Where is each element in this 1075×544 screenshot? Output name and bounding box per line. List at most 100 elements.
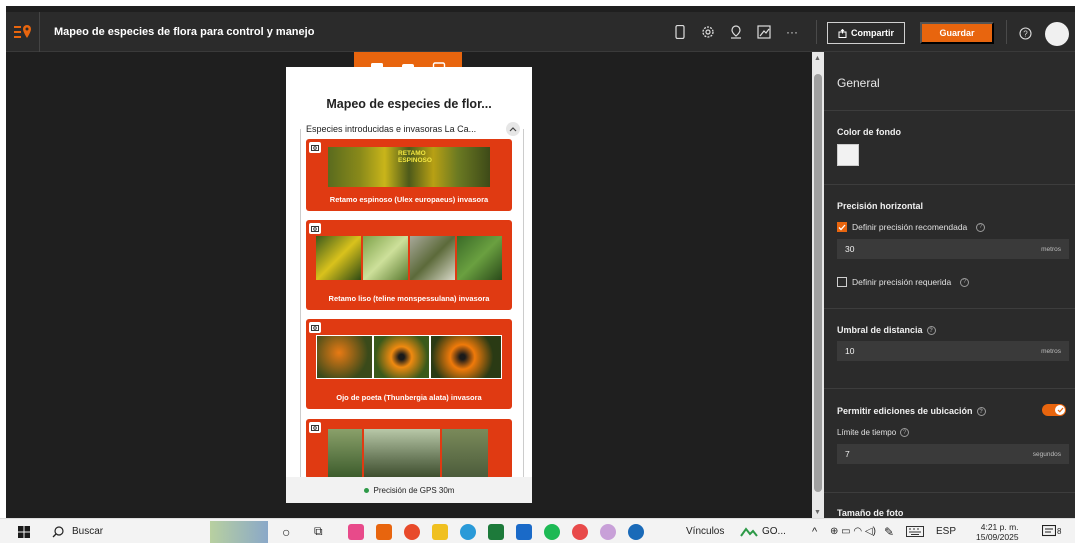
divider [824, 110, 1075, 111]
snip-icon[interactable] [600, 524, 616, 540]
recommended-precision-label: Definir precisión recomendada [852, 222, 968, 232]
spotify-icon[interactable] [544, 524, 560, 540]
species-caption: Retamo liso (teline monspessulana) invas… [328, 294, 490, 303]
task-view-icon[interactable]: ⧉ [314, 519, 323, 544]
share-button-label: Compartir [850, 28, 894, 38]
go-label: GO... [762, 526, 786, 537]
species-caption: Ojo de poeta (Thunbergia alata) invasora [336, 393, 482, 402]
location-edits-label: Permitir ediciones de ubicación? [837, 406, 986, 417]
copilot-icon[interactable] [348, 524, 364, 540]
form-preview: Mapeo de especies de flor... Especies in… [286, 67, 532, 503]
species-card[interactable]: RETAMO ESPINOSO Retamo espinoso (Ulex eu… [306, 139, 512, 211]
app-logo-icon[interactable] [6, 11, 40, 52]
group-header[interactable]: Especies introducidas e invasoras La Ca.… [306, 119, 520, 139]
toolbar-icons: ··· [666, 12, 806, 52]
pin-icon[interactable] [722, 12, 750, 52]
scroll-thumb[interactable] [814, 74, 822, 492]
time-limit-label: Límite de tiempo? [837, 428, 910, 438]
taskbar-search[interactable]: Buscar [52, 519, 103, 544]
chrome-icon[interactable] [404, 524, 420, 540]
recommended-precision-row[interactable]: Definir precisión recomendada ? [837, 222, 986, 232]
species-photo: RETAMO ESPINOSO [328, 147, 490, 187]
taskbar-app-go[interactable]: GO... [740, 519, 786, 544]
check-icon [1055, 405, 1065, 415]
distance-threshold-unit: metros [1041, 347, 1061, 355]
tray-icons[interactable]: ⊕ ▭ ◠ ◁) [830, 519, 876, 544]
search-icon [52, 525, 64, 537]
time-limit-input[interactable]: 7 segundos [837, 444, 1069, 464]
chart-icon[interactable] [750, 12, 778, 52]
species-photo [328, 429, 492, 479]
divider [824, 388, 1075, 389]
species-card[interactable]: Ojo de poeta (Thunbergia alata) invasora [306, 319, 512, 409]
avatar[interactable] [1045, 22, 1069, 46]
info-icon[interactable]: ? [960, 277, 970, 287]
phone-icon[interactable] [666, 12, 694, 52]
species-photo [316, 236, 502, 280]
language-indicator[interactable]: ESP [936, 519, 956, 544]
gps-accuracy-bar: Precisión de GPS 30m [286, 477, 532, 503]
scroll-up-icon[interactable]: ▲ [814, 55, 821, 62]
panel-scrollbar[interactable]: ▲ ▼ [812, 52, 824, 518]
required-precision-label: Definir precisión requerida [852, 277, 952, 287]
outlook-icon[interactable] [516, 524, 532, 540]
info-icon[interactable]: ? [976, 222, 986, 232]
more-icon[interactable]: ··· [778, 12, 806, 52]
info-icon[interactable]: ? [926, 326, 936, 336]
notifications-icon[interactable]: 8 [1042, 519, 1061, 544]
photo-text: RETAMO ESPINOSO [398, 150, 432, 164]
links-toolbar[interactable]: Vínculos [686, 519, 724, 544]
chevron-up-icon[interactable]: ^ [812, 519, 817, 544]
form-title: Mapeo de especies de flor... [326, 97, 492, 111]
camera-icon[interactable] [309, 223, 321, 234]
required-precision-checkbox[interactable] [837, 277, 847, 287]
divider [824, 492, 1075, 493]
clock[interactable]: 4:21 p. m. 15/09/2025 [976, 519, 1019, 544]
cortana-icon[interactable]: ○ [282, 519, 290, 544]
edge-icon[interactable] [460, 524, 476, 540]
excel-icon[interactable] [488, 524, 504, 540]
required-precision-row[interactable]: Definir precisión requerida ? [837, 277, 970, 287]
group-title: Especies introducidas e invasoras La Ca.… [306, 124, 477, 134]
time-limit-text: Límite de tiempo [837, 428, 897, 437]
clock-time: 4:21 p. m. [980, 521, 1019, 532]
top-bar: Mapeo de especies de flora para control … [6, 11, 1075, 52]
app-title: Mapeo de especies de flora para control … [54, 25, 315, 38]
camera-icon[interactable] [309, 142, 321, 153]
app-window: Mapeo de especies de flora para control … [6, 6, 1075, 518]
save-button[interactable]: Guardar [920, 22, 994, 44]
paint-icon[interactable] [572, 524, 588, 540]
office-icon[interactable] [376, 524, 392, 540]
camera-icon[interactable] [309, 322, 321, 333]
species-card[interactable] [306, 419, 512, 479]
distance-threshold-text: Umbral de distancia [837, 325, 923, 335]
info-icon[interactable]: ? [900, 428, 910, 438]
scroll-down-icon[interactable]: ▼ [814, 509, 821, 516]
gps-status-icon [363, 487, 369, 493]
keyboard-icon[interactable] [906, 519, 924, 544]
recommended-precision-input[interactable]: 30 metros [837, 239, 1069, 259]
distance-threshold-value: 10 [845, 346, 855, 356]
windows-start-icon[interactable] [18, 519, 30, 544]
background-color-label: Color de fondo [837, 127, 901, 137]
chevron-up-icon[interactable] [506, 122, 520, 136]
location-edits-text: Permitir ediciones de ubicación [837, 406, 973, 416]
help-icon[interactable]: ? [1014, 22, 1036, 44]
widget-image[interactable] [210, 521, 268, 543]
location-edits-toggle[interactable] [1042, 404, 1066, 416]
background-color-swatch[interactable] [837, 144, 859, 166]
camera-icon[interactable] [309, 422, 321, 433]
gear-icon[interactable] [694, 12, 722, 52]
species-card[interactable]: Retamo liso (teline monspessulana) invas… [306, 220, 512, 310]
pen-icon[interactable]: ✎ [884, 519, 894, 544]
info-icon[interactable]: ? [976, 407, 986, 417]
horizontal-precision-label: Precisión horizontal [837, 201, 924, 211]
file-explorer-icon[interactable] [432, 524, 448, 540]
distance-threshold-input[interactable]: 10 metros [837, 341, 1069, 361]
share-button[interactable]: Compartir [827, 22, 905, 44]
recommended-precision-checkbox[interactable] [837, 222, 847, 232]
search-app-icon[interactable] [628, 524, 644, 540]
time-limit-value: 7 [845, 449, 850, 459]
svg-text:?: ? [1023, 29, 1028, 38]
search-label: Buscar [72, 526, 104, 537]
